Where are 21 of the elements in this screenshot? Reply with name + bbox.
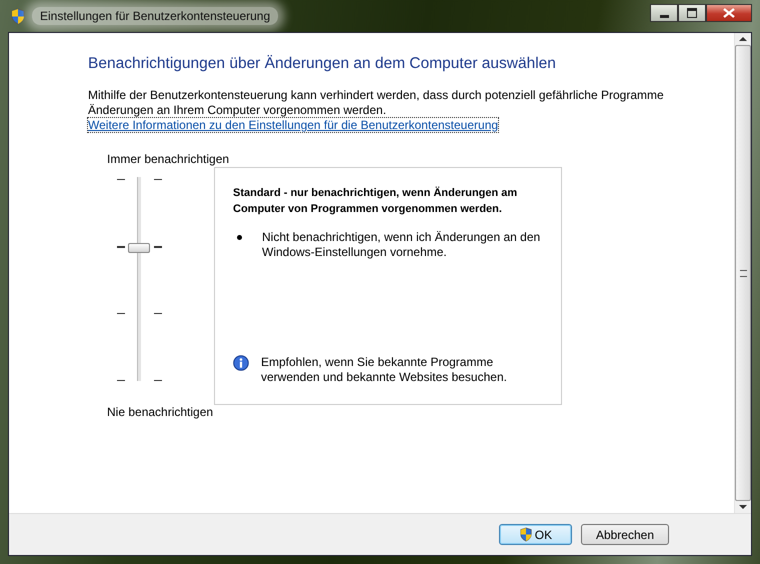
scrollbar[interactable]	[734, 33, 751, 513]
more-info-link[interactable]: Weitere Informationen zu den Einstellungen für die Benutzerkontensteuerung	[88, 118, 498, 132]
slider-thumb[interactable]	[128, 243, 150, 254]
slider-bottom-label: Nie benachrichtigen	[107, 405, 214, 420]
bullet-icon	[237, 235, 242, 240]
maximize-button[interactable]	[678, 4, 706, 22]
cancel-button[interactable]: Abbrechen	[580, 524, 669, 545]
minimize-button[interactable]	[650, 4, 678, 22]
close-icon	[723, 8, 735, 18]
info-title: Standard - nur benachrichtigen, wenn Änderungen am Computer von Programmen vorgenommen werden.	[233, 186, 518, 217]
description-text: Mithilfe der Benutzerkontensteuerung kann verhindert werden, dass durch potenziell gefährliche Programme Änderungen an Ihrem Computer vorgenommen werden.	[88, 88, 665, 118]
info-icon	[233, 355, 249, 371]
shield-icon	[10, 8, 26, 24]
shield-icon	[518, 527, 533, 542]
window-title: Einstellungen für Benutzerkontensteuerung	[32, 7, 278, 25]
bullet-text: Nicht benachrichtigen, wenn ich Änderungen an den Windows-Einstellungen vornehme.	[262, 230, 542, 260]
close-button[interactable]	[706, 4, 752, 22]
ok-button[interactable]: OK	[498, 524, 572, 545]
page-heading: Benachrichtigungen über Änderungen an dem Computer auswählen	[88, 55, 557, 73]
info-note: Empfohlen, wenn Sie bekannte Programme verwenden und bekannte Websites besuchen.	[261, 355, 508, 385]
slider-top-label: Immer benachrichtigen	[107, 152, 230, 167]
